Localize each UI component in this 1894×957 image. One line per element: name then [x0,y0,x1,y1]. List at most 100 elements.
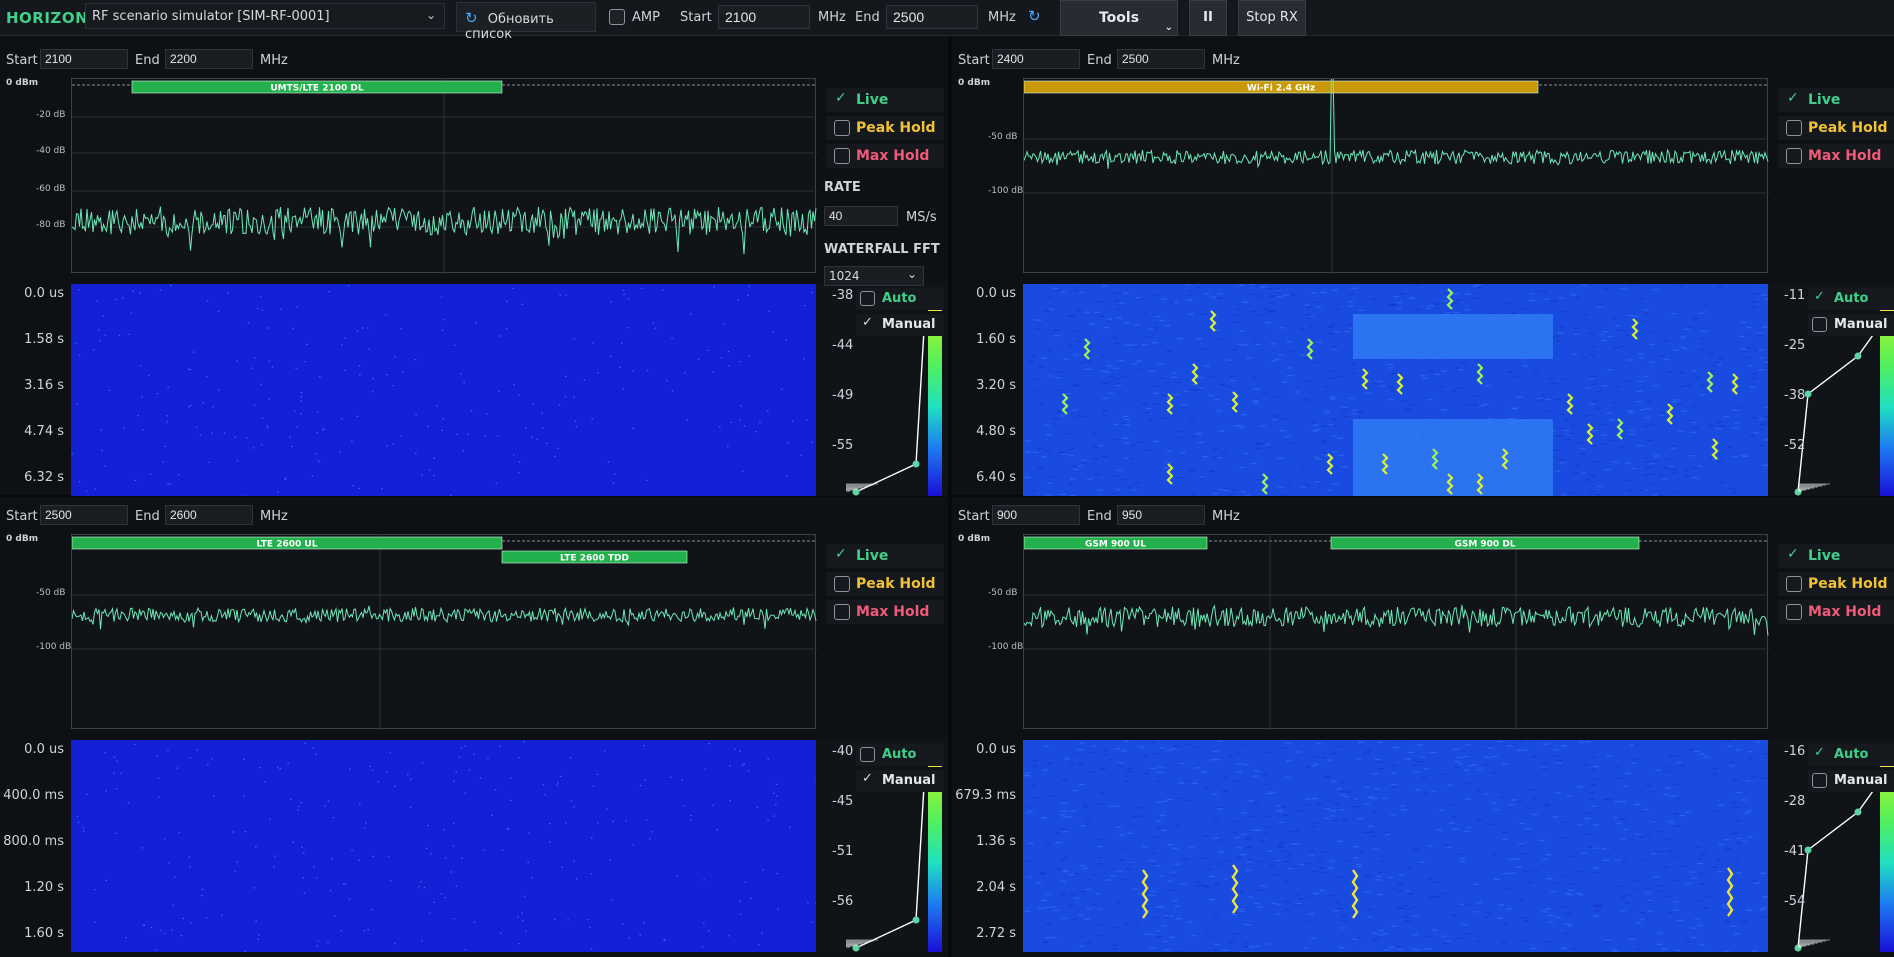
max-hold-option[interactable]: Max Hold [1778,600,1894,624]
y-axis-label: -100 dB [988,642,1024,652]
check-icon: ✓ [835,90,847,106]
auto-scale-option[interactable]: Auto [856,744,944,766]
band-label: LTE 2600 UL [257,540,318,550]
panel-end-label: End [135,509,160,524]
time-axis-label: 1.60 s [24,926,64,941]
colormap-scale-label: -25 [1784,338,1806,353]
time-axis-label: 1.36 s [976,834,1016,849]
panel-start-label: Start [958,53,990,68]
manual-scale-option[interactable]: ✓ Manual [856,314,944,336]
panel-mhz-label: MHz [260,53,288,68]
start-freq-input[interactable] [718,5,810,29]
check-icon: ✓ [1814,745,1825,760]
max-hold-checkbox[interactable] [1786,148,1802,164]
max-hold-checkbox[interactable] [834,148,850,164]
auto-scale-option[interactable]: ✓ Auto [1808,288,1894,310]
panel-end-input[interactable] [1117,505,1205,525]
colormap-curve[interactable] [1797,783,1879,949]
auto-scale-option[interactable]: Auto [856,288,944,310]
time-axis-label: 0.0 us [976,286,1016,301]
spectrum-plot[interactable]: LTE 2600 UL LTE 2600 TDD [71,534,817,730]
pause-button[interactable]: II [1189,0,1227,36]
panel-start-input[interactable] [992,505,1080,525]
time-axis-label: 679.3 ms [955,788,1016,803]
rate-input[interactable] [824,206,898,226]
time-axis-label: 0.0 us [24,286,64,301]
time-axis-label: 400.0 ms [3,788,64,803]
y-axis-label: 0 dBm [6,534,39,544]
spectrum-plot[interactable]: UMTS/LTE 2100 DL [71,78,817,274]
max-hold-label: Max Hold [1808,148,1882,164]
tools-label: Tools [1098,10,1140,26]
max-hold-option[interactable]: Max Hold [826,600,944,624]
peak-hold-checkbox[interactable] [1786,120,1802,136]
y-axis-label: 0 dBm [6,78,39,88]
check-icon: ✓ [1787,90,1799,106]
y-axis-label: -80 dB [36,220,66,230]
peak-hold-option[interactable]: Peak Hold [826,116,944,140]
chevron-down-icon: ⌄ [425,8,436,22]
manual-scale-option[interactable]: ✓ Manual [856,770,944,792]
source-combo[interactable]: RF scenario simulator [SIM-RF-0001] ⌄ [85,3,445,29]
peak-hold-checkbox[interactable] [1786,576,1802,592]
time-axis-label: 3.20 s [976,378,1016,393]
manual-scale-option[interactable]: Manual [1808,770,1894,792]
waterfall-plot[interactable] [71,740,816,952]
live-option[interactable]: ✓ Live [1778,544,1894,568]
amp-checkbox[interactable] [609,9,625,25]
rate-unit: MS/s [906,210,937,225]
peak-hold-checkbox[interactable] [834,120,850,136]
panel-end-input[interactable] [165,505,253,525]
max-hold-checkbox[interactable] [1786,604,1802,620]
colormap-panel: -38 -44 -49 -55 Auto ✓ Manual [816,284,947,496]
panel-end-input[interactable] [165,49,253,69]
refresh-list-button[interactable]: ↻ Обновить список [456,2,596,42]
auto-checkbox[interactable] [860,291,875,306]
peak-hold-option[interactable]: Peak Hold [1778,572,1894,596]
manual-scale-option[interactable]: Manual [1808,314,1894,336]
manual-checkbox[interactable] [1812,773,1827,788]
time-axis-label: 4.74 s [24,424,64,439]
waterfall-plot[interactable] [1023,740,1768,952]
max-hold-option[interactable]: Max Hold [826,144,944,168]
peak-hold-option[interactable]: Peak Hold [1778,116,1894,140]
panel-start-input[interactable] [40,49,128,69]
waterfall-fft-select[interactable]: 1024 ⌄ [824,266,924,286]
apply-range-icon[interactable]: ↻ [1028,7,1041,25]
auto-scale-option[interactable]: ✓ Auto [1808,744,1894,766]
colormap-scale-label: -55 [832,438,854,453]
tools-button[interactable]: Tools ⌄ [1060,0,1178,36]
live-option[interactable]: ✓ Live [1778,88,1894,112]
colormap-scale-label: -51 [832,844,854,859]
waterfall-plot[interactable] [1023,284,1768,496]
y-axis-label: -40 dB [36,146,66,156]
panel-start-input[interactable] [40,505,128,525]
colormap-curve[interactable] [855,785,925,949]
manual-checkbox[interactable] [1812,317,1827,332]
colormap-curve[interactable] [855,329,925,493]
auto-checkbox[interactable] [860,747,875,762]
colormap-curve[interactable] [1797,327,1879,493]
spectrum-panel-3: Start End MHz LTE 2600 UL LTE 2600 TDD ✓ … [0,496,947,954]
spectrum-plot[interactable]: GSM 900 UL GSM 900 DL [1023,534,1769,730]
live-option[interactable]: ✓ Live [826,544,944,568]
panel-end-input[interactable] [1117,49,1205,69]
check-icon: ✓ [862,315,873,330]
time-axis-label: 0.0 us [976,742,1016,757]
colormap-scale-label: -28 [1784,794,1806,809]
waterfall-plot[interactable] [71,284,816,496]
peak-hold-option[interactable]: Peak Hold [826,572,944,596]
y-axis-label: -60 dB [36,184,66,194]
stop-rx-button[interactable]: Stop RX [1238,0,1306,36]
y-axis-label: -50 dB [988,588,1018,598]
amp-label: AMP [632,10,660,25]
colormap-bar [928,334,942,496]
spectrum-plot[interactable]: Wi-Fi 2.4 GHz [1023,78,1769,274]
peak-hold-checkbox[interactable] [834,576,850,592]
max-hold-checkbox[interactable] [834,604,850,620]
start-label: Start [680,10,712,25]
max-hold-option[interactable]: Max Hold [1778,144,1894,168]
end-freq-input[interactable] [886,5,978,29]
panel-start-input[interactable] [992,49,1080,69]
live-option[interactable]: ✓ Live [826,88,944,112]
